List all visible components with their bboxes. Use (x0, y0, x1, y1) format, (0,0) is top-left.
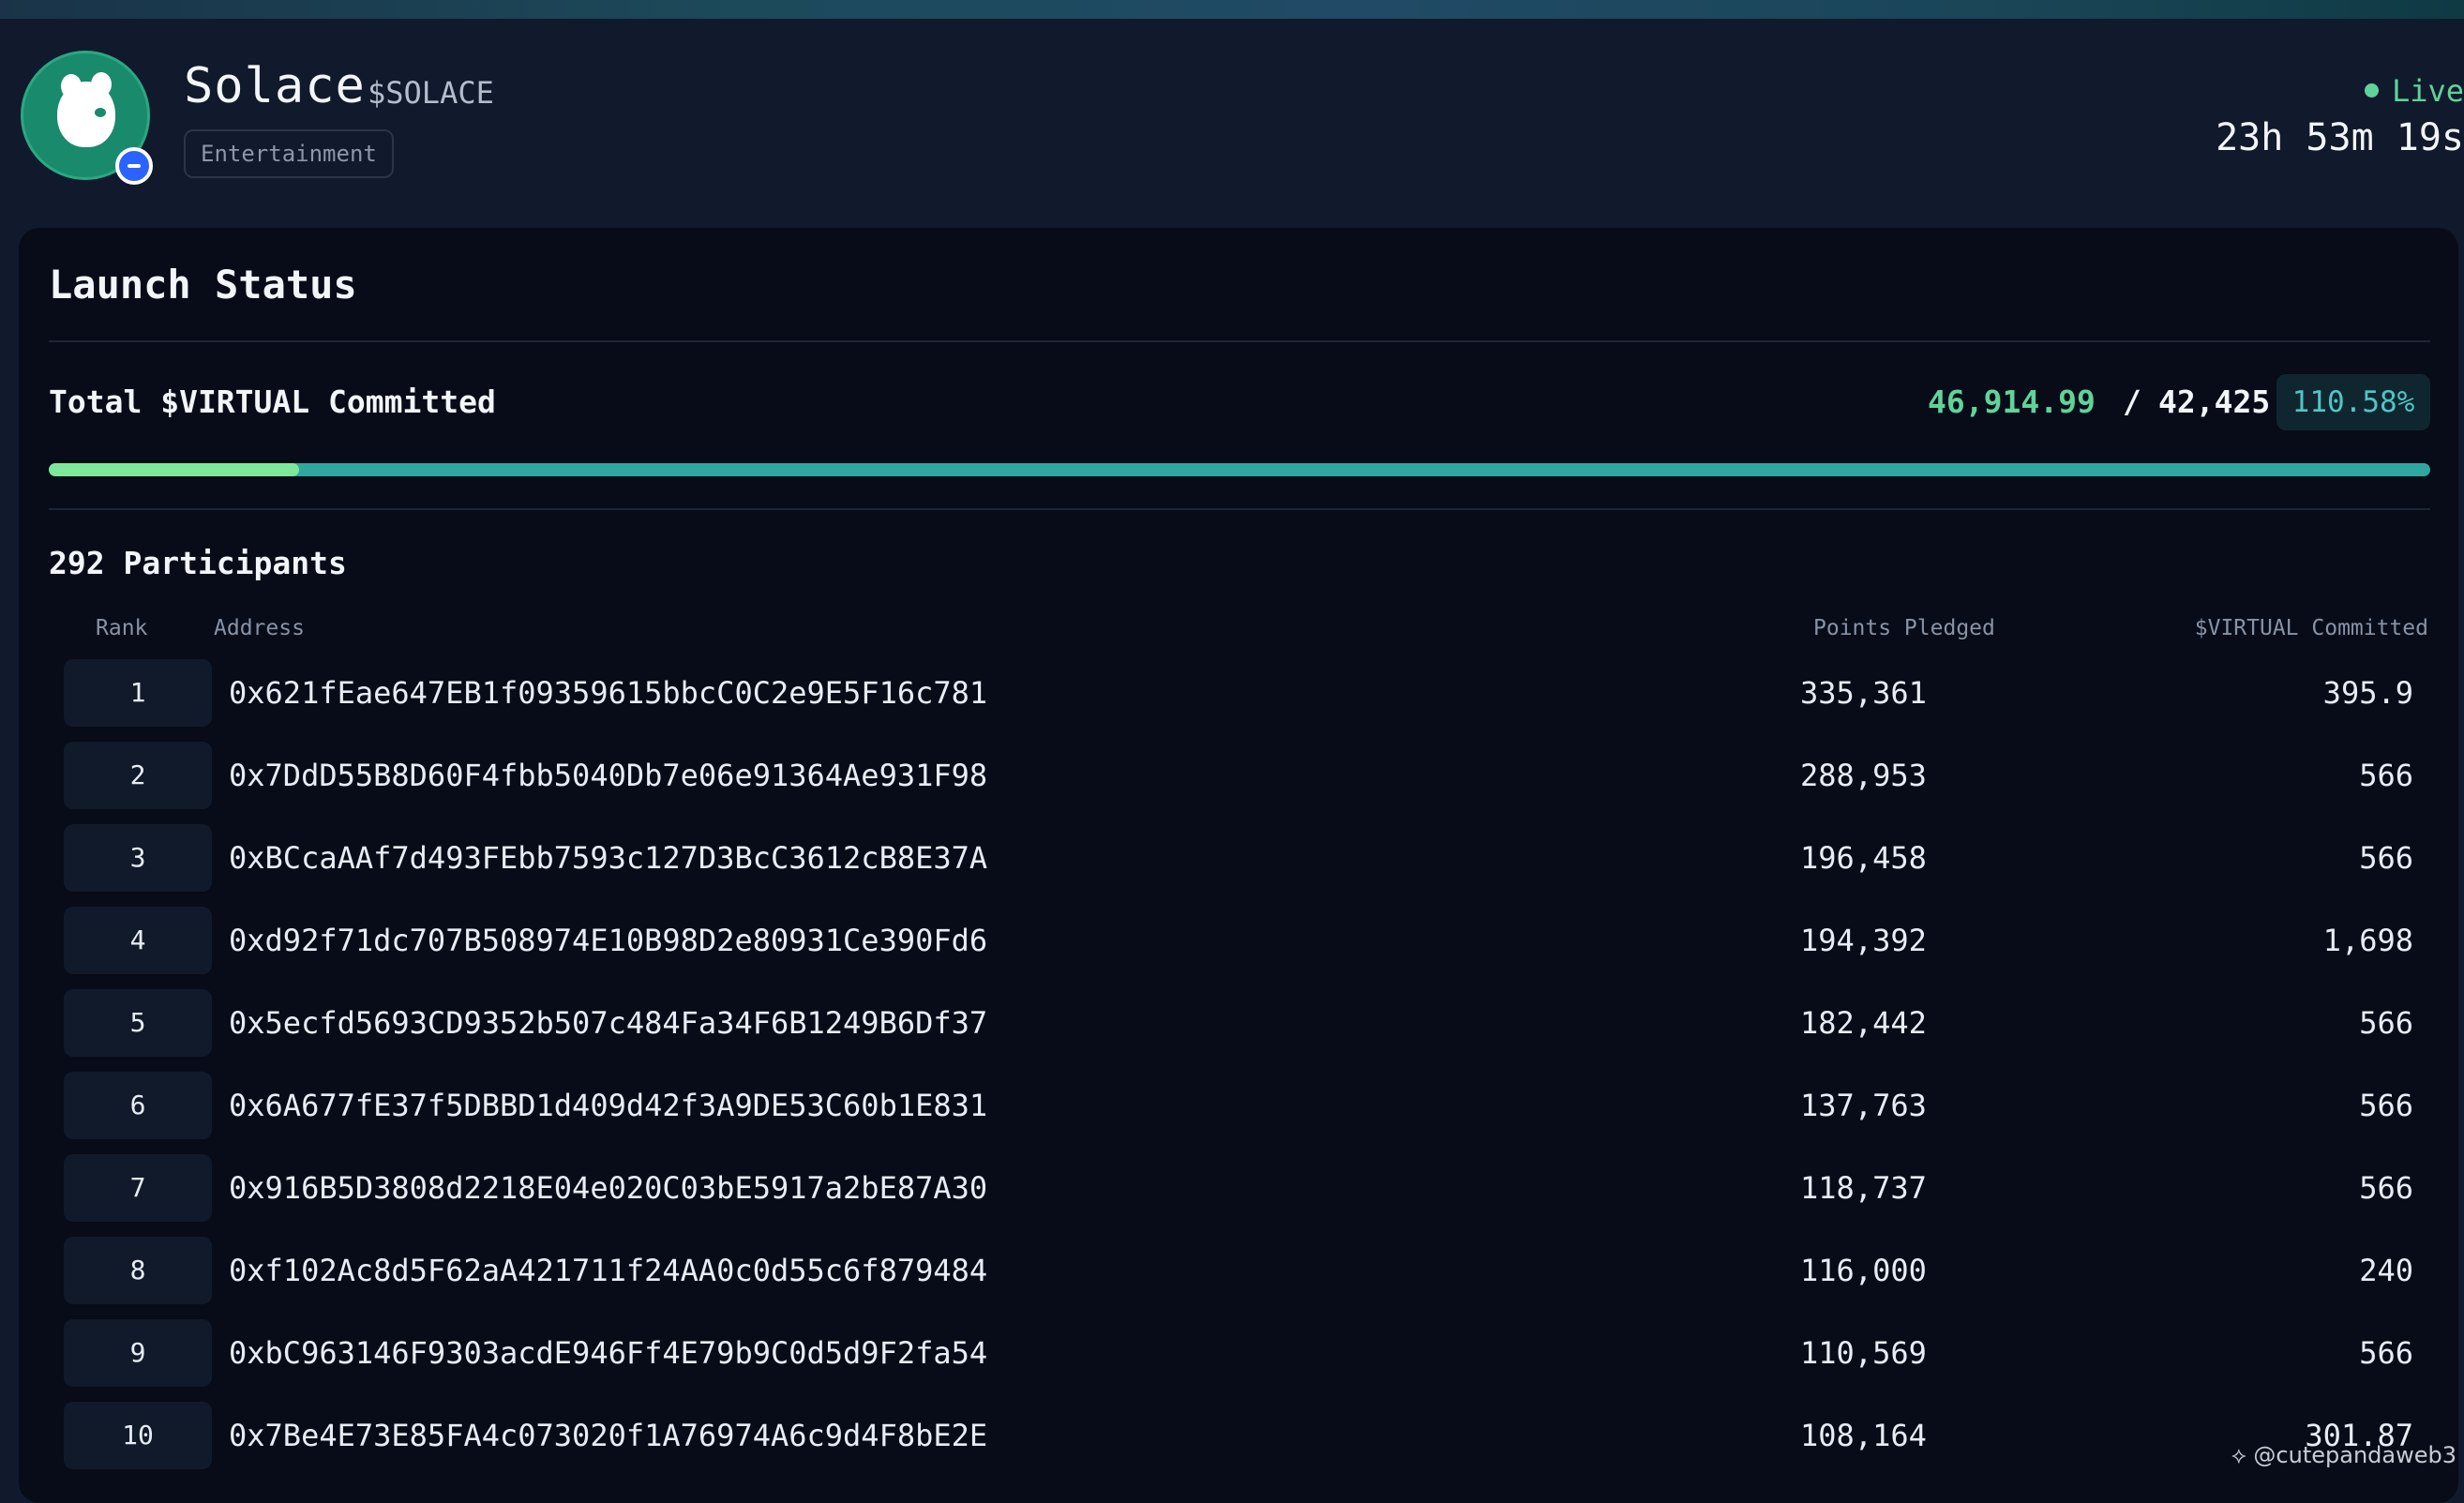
rank-cell: 1 (64, 659, 212, 727)
percent-badge: 110.58% (2276, 374, 2430, 430)
column-header-points: Points Pledged (1813, 616, 1995, 640)
address-cell[interactable]: 0xd92f71dc707B508974E10B98D2e80931Ce390F… (229, 907, 987, 974)
address-cell[interactable]: 0x6A677fE37f5DBBD1d409d42f3A9DE53C60b1E8… (229, 1072, 987, 1139)
token-name: Solace (184, 58, 366, 114)
launch-status-panel: Launch Status Total $VIRTUAL Committed 4… (19, 228, 2458, 1503)
points-cell: 288,953 (1800, 758, 1927, 793)
committed-label: Total $VIRTUAL Committed (49, 383, 496, 420)
rank-cell: 3 (64, 824, 212, 892)
virtual-cell: 566 (2359, 758, 2413, 793)
address-cell[interactable]: 0xBCcaAAf7d493FEbb7593c127D3BcC3612cB8E3… (229, 824, 987, 892)
panel-title: Launch Status (49, 262, 357, 308)
table-row[interactable]: 5 0x5ecfd5693CD9352b507c484Fa34F6B1249B6… (19, 989, 2458, 1059)
virtual-cell: 395.9 (2322, 675, 2413, 711)
virtual-cell: 566 (2359, 1335, 2413, 1371)
virtual-cell: 566 (2359, 840, 2413, 876)
points-cell: 118,737 (1800, 1170, 1927, 1206)
points-cell: 110,569 (1800, 1335, 1927, 1371)
token-ticker: $SOLACE (368, 75, 494, 111)
table-row[interactable]: 2 0x7DdD55B8D60F4fbb5040Db7e06e91364Ae93… (19, 742, 2458, 811)
table-row[interactable]: 10 0x7Be4E73E85FA4c073020f1A76974A6c9d4F… (19, 1402, 2458, 1471)
committed-current-value: 46,914.99 (1928, 383, 2096, 420)
address-cell[interactable]: 0x916B5D3808d2218E04e020C03bE5917a2bE87A… (229, 1154, 987, 1222)
address-cell[interactable]: 0xf102Ac8d5F62aA421711f24AA0c0d55c6f8794… (229, 1237, 987, 1304)
live-status: Live (2276, 73, 2464, 109)
points-cell: 335,361 (1800, 675, 1927, 711)
avatar-mascot (57, 82, 115, 147)
committed-separator: / (2123, 383, 2141, 420)
rank-cell: 5 (64, 989, 212, 1057)
rank-cell: 7 (64, 1154, 212, 1222)
top-banner-strip (0, 0, 2464, 19)
rank-cell: 9 (64, 1319, 212, 1387)
column-header-virtual: $VIRTUAL Committed (2194, 616, 2428, 640)
points-cell: 196,458 (1800, 840, 1927, 876)
points-cell: 194,392 (1800, 923, 1927, 958)
virtual-cell: 1,698 (2322, 923, 2413, 958)
rank-cell: 10 (64, 1402, 212, 1469)
watermark-text: @cutepandaweb3 (2253, 1442, 2456, 1468)
table-row[interactable]: 4 0xd92f71dc707B508974E10B98D2e80931Ce39… (19, 907, 2458, 976)
virtual-cell: 240 (2359, 1253, 2413, 1288)
address-cell[interactable]: 0xbC963146F9303acdE946Ff4E79b9C0d5d9F2fa… (229, 1319, 987, 1387)
virtual-cell: 566 (2359, 1170, 2413, 1206)
table-row[interactable]: 8 0xf102Ac8d5F62aA421711f24AA0c0d55c6f87… (19, 1237, 2458, 1306)
address-cell[interactable]: 0x7DdD55B8D60F4fbb5040Db7e06e91364Ae931F… (229, 742, 987, 809)
committed-goal-value: 42,425 (2158, 383, 2271, 420)
address-cell[interactable]: 0x7Be4E73E85FA4c073020f1A76974A6c9d4F8bE… (229, 1402, 987, 1469)
participants-title: 292 Participants (49, 545, 347, 581)
rank-cell: 8 (64, 1237, 212, 1304)
column-header-rank: Rank (96, 616, 148, 640)
progress-bar-fill (49, 463, 299, 476)
column-header-address: Address (214, 616, 305, 640)
points-cell: 137,763 (1800, 1088, 1927, 1123)
divider (49, 340, 2430, 342)
table-row[interactable]: 1 0x621fEae647EB1f09359615bbcC0C2e9E5F16… (19, 659, 2458, 729)
table-row[interactable]: 3 0xBCcaAAf7d493FEbb7593c127D3BcC3612cB8… (19, 824, 2458, 894)
virtual-cell: 566 (2359, 1005, 2413, 1041)
token-header: Solace $SOLACE Entertainment Live 23h 53… (0, 19, 2464, 230)
divider (49, 508, 2430, 510)
table-row[interactable]: 7 0x916B5D3808d2218E04e020C03bE5917a2bE8… (19, 1154, 2458, 1224)
address-cell[interactable]: 0x5ecfd5693CD9352b507c484Fa34F6B1249B6Df… (229, 989, 987, 1057)
rank-cell: 4 (64, 907, 212, 974)
progress-bar (49, 463, 2430, 476)
live-dot-icon (2364, 83, 2379, 98)
table-row[interactable]: 6 0x6A677fE37f5DBBD1d409d42f3A9DE53C60b1… (19, 1072, 2458, 1141)
points-cell: 182,442 (1800, 1005, 1927, 1041)
countdown-timer: 23h 53m 19s (2216, 116, 2464, 159)
avatar-eye (95, 108, 106, 117)
address-cell[interactable]: 0x621fEae647EB1f09359615bbcC0C2e9E5F16c7… (229, 659, 987, 727)
rank-cell: 6 (64, 1072, 212, 1139)
verified-badge-icon (115, 147, 153, 185)
rank-cell: 2 (64, 742, 212, 809)
category-tag[interactable]: Entertainment (184, 129, 394, 178)
virtual-cell: 566 (2359, 1088, 2413, 1123)
points-cell: 116,000 (1800, 1253, 1927, 1288)
live-status-label: Live (2391, 73, 2464, 109)
table-row[interactable]: 9 0xbC963146F9303acdE946Ff4E79b9C0d5d9F2… (19, 1319, 2458, 1389)
watermark: ⟡ @cutepandaweb3 (2231, 1442, 2456, 1468)
points-cell: 108,164 (1800, 1418, 1927, 1453)
